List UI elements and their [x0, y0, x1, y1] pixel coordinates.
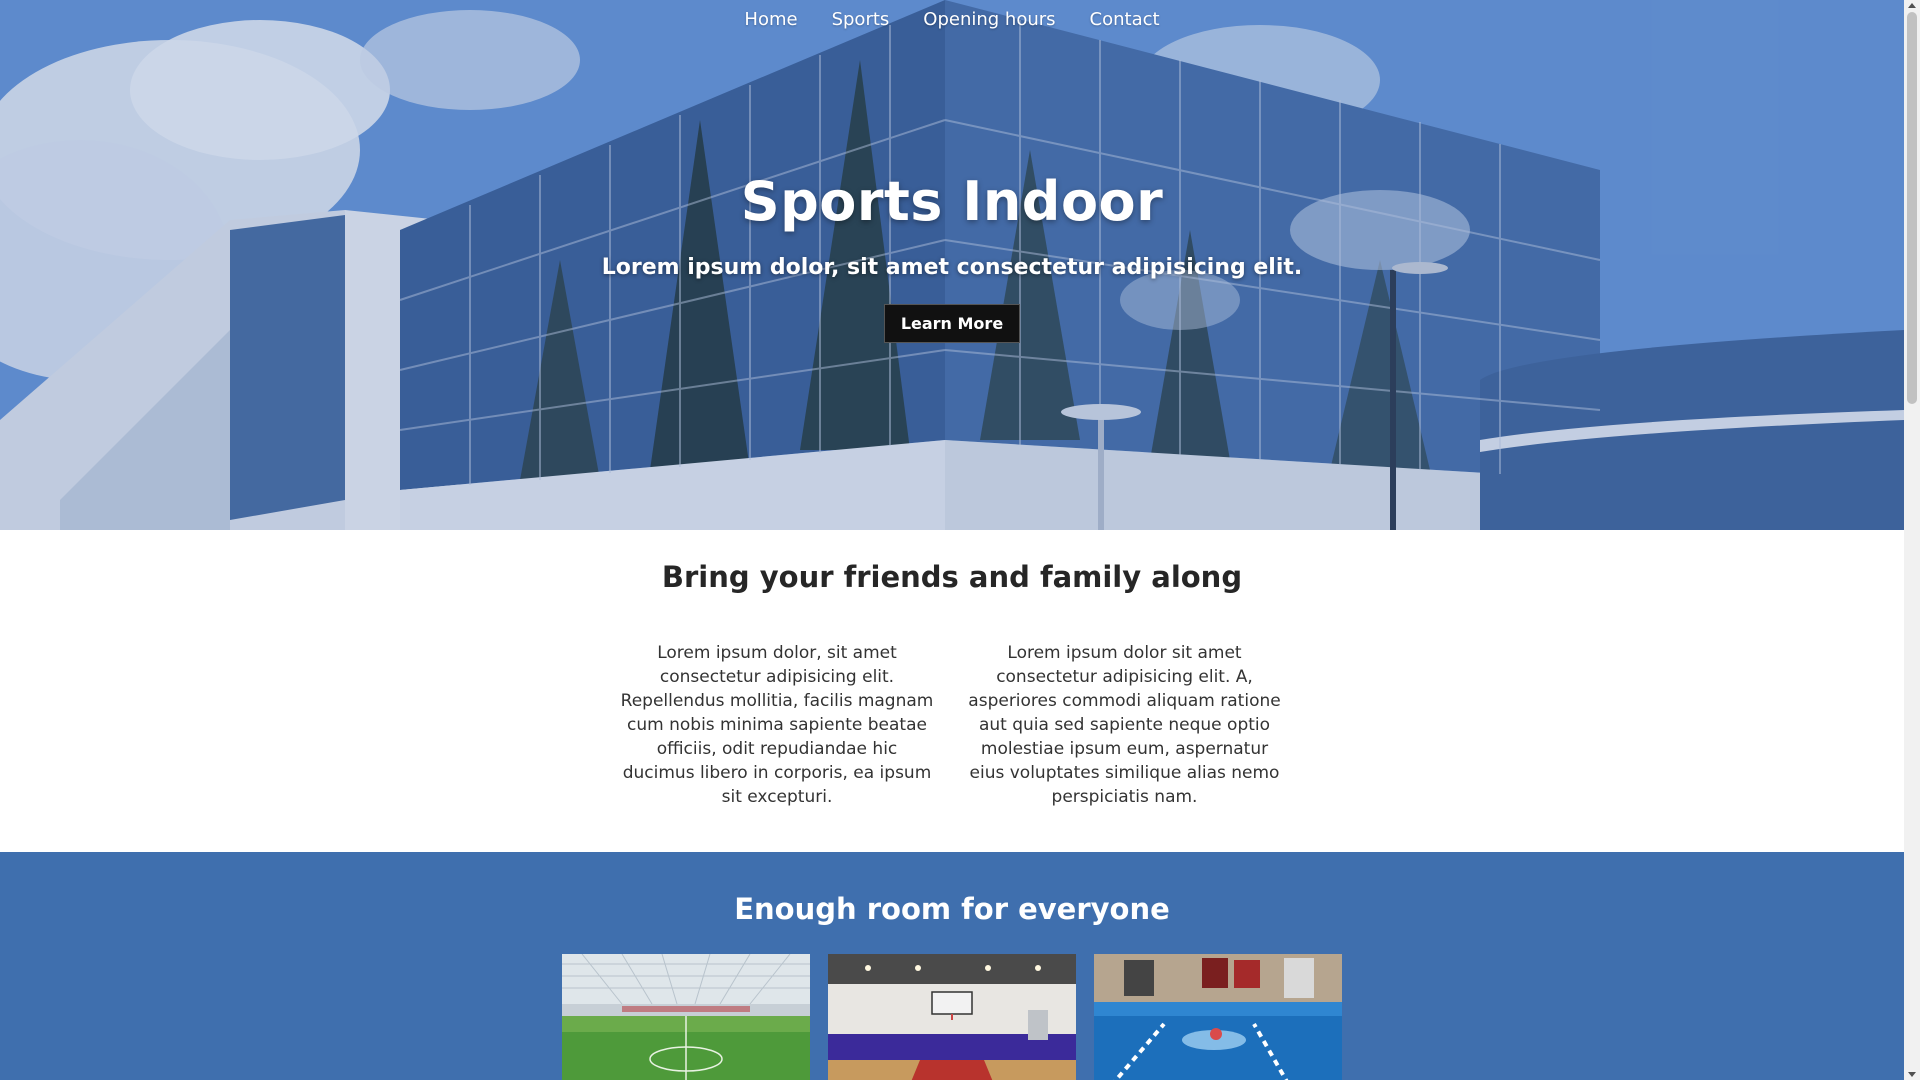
room-heading: Enough room for everyone: [734, 892, 1170, 926]
friends-columns: Lorem ipsum dolor, sit amet consectetur …: [0, 624, 1904, 826]
hero-subtitle: Lorem ipsum dolor, sit amet consectetur …: [601, 255, 1303, 280]
vertical-scrollbar[interactable]: [1904, 0, 1920, 1080]
photo-basketball-court[interactable]: [828, 954, 1076, 1080]
scrollbar-thumb[interactable]: [1907, 12, 1917, 404]
photo-gallery: [0, 954, 1904, 1080]
friends-column-left: Lorem ipsum dolor, sit amet consectetur …: [620, 643, 934, 807]
page: Home Sports Opening hours Contact Sports…: [0, 0, 1920, 1080]
friends-section: Bring your friends and family along Lore…: [0, 530, 1904, 852]
hero-section: Home Sports Opening hours Contact Sports…: [0, 0, 1904, 530]
photo-swimming-pool[interactable]: [1094, 954, 1342, 1080]
nav-link-home[interactable]: Home: [727, 0, 814, 40]
hero-content: Sports Indoor Lorem ipsum dolor, sit ame…: [0, 170, 1904, 343]
room-section: Enough room for everyone: [0, 852, 1904, 1080]
swimming-pool-image: [1094, 954, 1342, 1080]
scroll-down-arrow-icon[interactable]: [1908, 1072, 1916, 1077]
viewport: Home Sports Opening hours Contact Sports…: [0, 0, 1904, 1080]
nav-link-contact[interactable]: Contact: [1073, 0, 1177, 40]
nav-link-opening-hours[interactable]: Opening hours: [906, 0, 1072, 40]
hero-title: Sports Indoor: [740, 170, 1164, 233]
scroll-up-arrow-icon[interactable]: [1908, 3, 1916, 8]
football-field-image: [562, 954, 810, 1080]
learn-more-button[interactable]: Learn More: [883, 304, 1021, 343]
nav-link-sports[interactable]: Sports: [815, 0, 907, 40]
basketball-court-image: [828, 954, 1076, 1080]
friends-heading: Bring your friends and family along: [661, 560, 1243, 594]
main-nav: Home Sports Opening hours Contact: [0, 0, 1904, 40]
photo-indoor-football-field[interactable]: [562, 954, 810, 1080]
friends-column-right: Lorem ipsum dolor sit amet consectetur a…: [968, 643, 1281, 807]
